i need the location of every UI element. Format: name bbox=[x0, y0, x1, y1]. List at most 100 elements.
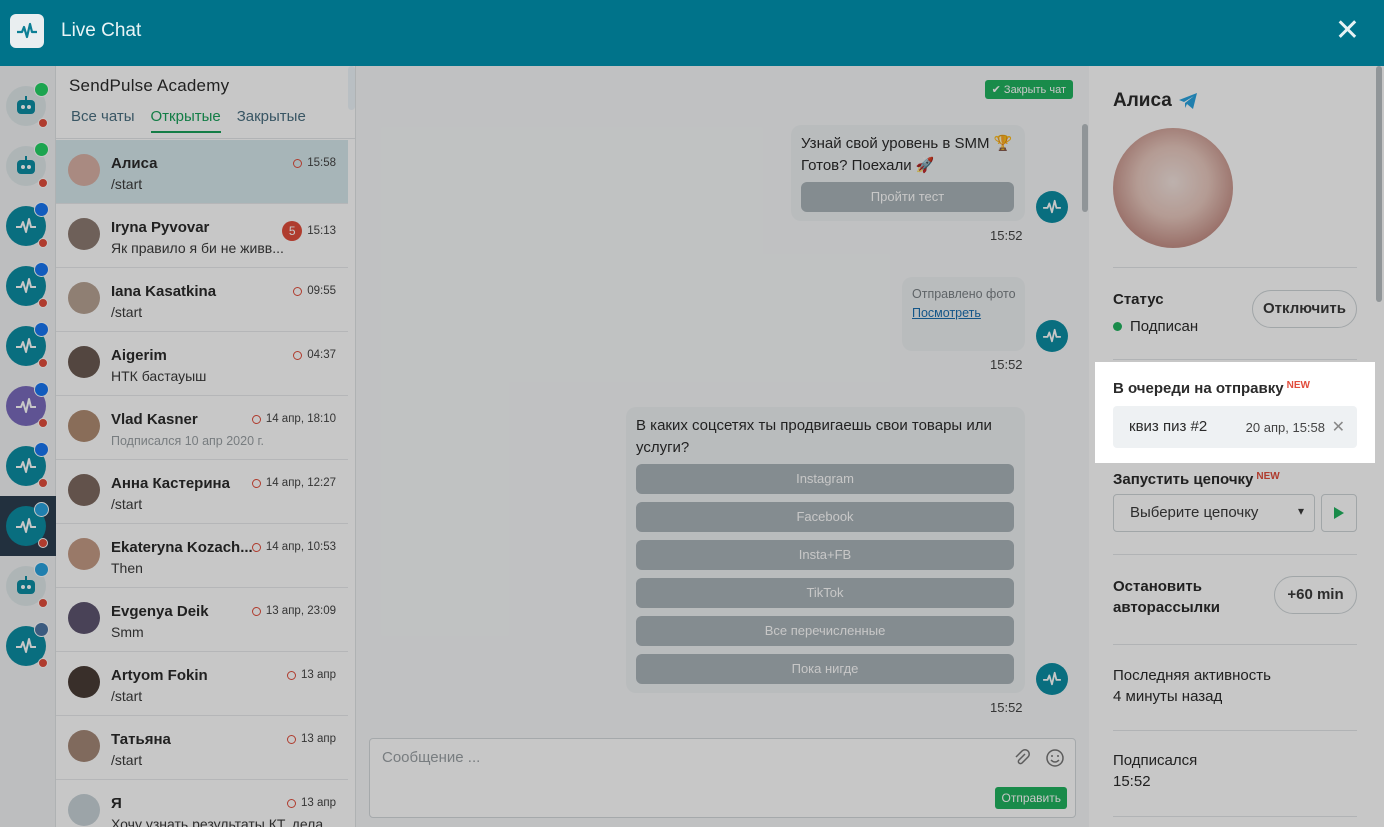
contact-name: Evgenya Deik bbox=[111, 603, 209, 620]
whatsapp-icon bbox=[34, 82, 49, 97]
bot-telegram-1[interactable] bbox=[6, 502, 49, 548]
bot-telegram-2[interactable] bbox=[6, 562, 49, 608]
answer-button[interactable]: Instagram bbox=[636, 464, 1014, 494]
contact-name: Artyom Fokin bbox=[111, 667, 208, 684]
pause-60-min-button[interactable]: +60 min bbox=[1274, 576, 1357, 614]
pulse-icon bbox=[16, 638, 36, 653]
open-status-icon bbox=[251, 542, 261, 552]
close-chat-button[interactable]: ✔ Закрыть чат bbox=[984, 80, 1073, 99]
status-dot bbox=[1113, 322, 1122, 331]
unread-dot bbox=[38, 538, 48, 548]
chat-list-item[interactable]: Iana Kasatkina /start 09:55 bbox=[56, 268, 348, 332]
telegram-icon bbox=[34, 502, 49, 517]
question-bubble: В каких соцсетях ты продвигаешь свои тов… bbox=[626, 407, 1025, 693]
queued-item: квиз пиз #2 20 апр, 15:58 ✕ bbox=[1113, 406, 1357, 448]
chat-list-scrollbar[interactable] bbox=[348, 66, 355, 110]
profile-scrollbar[interactable] bbox=[1376, 66, 1382, 302]
conversation-scrollbar[interactable] bbox=[1082, 124, 1088, 212]
time-text: 13 апр bbox=[300, 733, 336, 745]
emoji-icon[interactable] bbox=[1045, 748, 1065, 768]
unread-count-badge: 5 bbox=[282, 221, 303, 241]
open-status-icon bbox=[293, 158, 303, 168]
pulse-icon bbox=[16, 458, 36, 473]
status-text: Подписан bbox=[1130, 318, 1199, 335]
close-icon[interactable]: ✕ bbox=[1335, 14, 1360, 48]
answer-button[interactable]: Пока нигде bbox=[636, 654, 1014, 684]
send-queue-title: В очереди на отправку NEW bbox=[1113, 380, 1310, 397]
start-chain-button[interactable] bbox=[1321, 494, 1357, 532]
profile-name-text: Алиса bbox=[1113, 90, 1172, 111]
unread-dot bbox=[38, 418, 48, 428]
attach-icon[interactable] bbox=[1013, 749, 1031, 767]
chat-list-item[interactable]: Artyom Fokin /start 13 апр bbox=[56, 652, 348, 716]
answer-button[interactable]: Insta+FB bbox=[636, 540, 1014, 570]
remove-queued-icon[interactable]: ✕ bbox=[1332, 417, 1345, 437]
message-preview: Як правило я би не живв... bbox=[111, 240, 284, 256]
last-activity-value: 4 минуты назад bbox=[1113, 688, 1223, 705]
divider bbox=[1113, 730, 1357, 731]
status-label: Статус bbox=[1113, 291, 1164, 308]
chat-list-item[interactable]: Iryna Pyvovar Як правило я би не живв...… bbox=[56, 204, 348, 268]
open-status-icon bbox=[293, 286, 303, 296]
bot-messenger-5[interactable] bbox=[6, 442, 49, 488]
tab-closed[interactable]: Закрытые bbox=[237, 108, 306, 133]
chat-list-item[interactable]: Я Хочу узнать результаты КТ, дела... 13 … bbox=[56, 780, 348, 827]
view-photo-link[interactable]: Посмотреть bbox=[912, 306, 981, 320]
message-composer[interactable]: Сообщение ... Отправить bbox=[369, 738, 1076, 818]
send-button[interactable]: Отправить bbox=[995, 787, 1067, 809]
bot-whatsapp-1[interactable] bbox=[6, 82, 49, 128]
divider bbox=[1113, 267, 1357, 268]
send-queue-title-text: В очереди на отправку bbox=[1113, 380, 1284, 397]
open-status-icon bbox=[293, 350, 303, 360]
open-status-icon bbox=[251, 606, 261, 616]
bot-whatsapp-2[interactable] bbox=[6, 142, 49, 188]
messenger-icon bbox=[34, 442, 49, 457]
answer-button[interactable]: Все перечисленные bbox=[636, 616, 1014, 646]
avatar bbox=[68, 410, 100, 442]
bot-messenger-4[interactable] bbox=[6, 382, 49, 428]
chat-list-item[interactable]: Анна Кастерина /start 14 апр, 12:27 bbox=[56, 460, 348, 524]
answer-button[interactable]: Facebook bbox=[636, 502, 1014, 532]
chat-list-item[interactable]: Evgenya Deik Smm 13 апр, 23:09 bbox=[56, 588, 348, 652]
time-text: 14 апр, 12:27 bbox=[265, 477, 336, 489]
stop-autoreply-label-1: Остановить bbox=[1113, 578, 1202, 595]
time-text: 15:58 bbox=[307, 157, 336, 169]
contact-name: Татьяна bbox=[111, 731, 171, 748]
chevron-down-icon: ▾ bbox=[1297, 504, 1304, 518]
chat-list-item[interactable]: Ekateryna Kozach... Then 14 апр, 10:53 bbox=[56, 524, 348, 588]
pulse-icon bbox=[1043, 671, 1061, 686]
open-status-icon bbox=[286, 670, 296, 680]
bot-messenger-2[interactable] bbox=[6, 262, 49, 308]
chat-time: 15:58 bbox=[293, 157, 336, 169]
tab-all-chats[interactable]: Все чаты bbox=[71, 108, 135, 133]
chain-title: Запустить цепочку NEW bbox=[1113, 471, 1280, 488]
bot-vk-1[interactable] bbox=[6, 622, 49, 668]
avatar bbox=[68, 538, 100, 570]
chat-list-item[interactable]: Aigerim НТК бастауыш 04:37 bbox=[56, 332, 348, 396]
chat-list-item[interactable]: Vlad Kasner Подписался 10 апр 2020 г. 14… bbox=[56, 396, 348, 460]
unsubscribe-button[interactable]: Отключить bbox=[1252, 290, 1357, 328]
bot-messenger-1[interactable] bbox=[6, 202, 49, 248]
project-title: SendPulse Academy bbox=[69, 76, 230, 95]
sendpulse-logo-icon bbox=[10, 14, 44, 48]
tab-open[interactable]: Открытые bbox=[150, 108, 221, 133]
vk-icon bbox=[34, 622, 49, 637]
chat-time: 13 апр bbox=[286, 669, 336, 681]
bot-messenger-3[interactable] bbox=[6, 322, 49, 368]
chat-time: 13 апр bbox=[286, 733, 336, 745]
new-badge: NEW bbox=[1256, 471, 1280, 482]
pulse-icon bbox=[16, 278, 36, 293]
answer-button[interactable]: TikTok bbox=[636, 578, 1014, 608]
contact-name: Vlad Kasner bbox=[111, 411, 198, 428]
chat-list-item[interactable]: Алиса /start 15:58 bbox=[56, 140, 348, 204]
unread-dot bbox=[38, 478, 48, 488]
avatar bbox=[68, 602, 100, 634]
chain-select[interactable]: Выберите цепочку ▾ bbox=[1113, 494, 1315, 532]
quiz-start-button[interactable]: Пройти тест bbox=[801, 182, 1014, 212]
message-preview: Подписался 10 апр 2020 г. bbox=[111, 434, 265, 448]
divider bbox=[1113, 359, 1357, 360]
telegram-icon bbox=[1178, 93, 1197, 109]
messenger-icon bbox=[34, 382, 49, 397]
chat-list-item[interactable]: Татьяна /start 13 апр bbox=[56, 716, 348, 780]
queued-item-date: 20 апр, 15:58 bbox=[1245, 420, 1325, 435]
